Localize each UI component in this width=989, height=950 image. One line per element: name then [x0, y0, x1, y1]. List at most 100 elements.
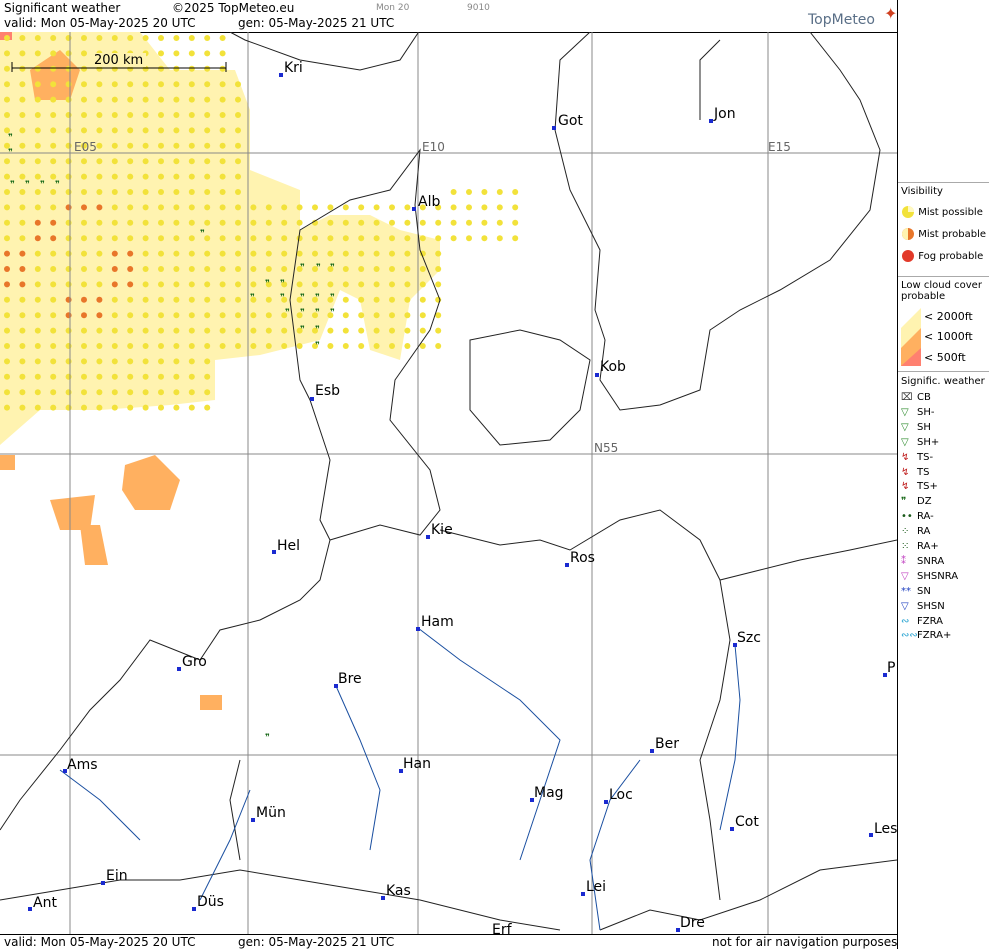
footer-valid: valid: Mon 05-May-2025 20 UTC	[4, 935, 196, 949]
mist-possible-symbol	[142, 173, 149, 180]
mist-possible-symbol	[265, 204, 272, 211]
mist-possible-symbol	[111, 296, 118, 303]
mist-probable-symbol	[4, 281, 10, 288]
fog-probable-icon	[902, 250, 914, 262]
mist-possible-symbol	[312, 235, 318, 242]
mist-possible-symbol	[96, 235, 103, 242]
mist-possible-symbol	[96, 343, 103, 349]
mist-possible-symbol	[4, 343, 10, 349]
mist-possible-symbol	[50, 404, 57, 411]
mist-possible-symbol	[111, 127, 118, 134]
svg-text:Ant: Ant	[33, 895, 57, 911]
mist-possible-symbol	[404, 312, 411, 319]
drizzle-symbol: ❞	[280, 293, 285, 303]
mist-possible-symbol	[466, 235, 472, 242]
mist-possible-symbol	[327, 343, 334, 349]
mist-possible-symbol	[188, 112, 195, 118]
mist-possible-symbol	[50, 81, 57, 88]
mist-possible-symbol	[281, 266, 288, 272]
drizzle-symbol: ❞	[315, 325, 320, 335]
mist-possible-symbol	[188, 373, 195, 380]
low-cloud-1000-area	[80, 525, 108, 565]
mist-possible-symbol	[188, 219, 195, 226]
mist-possible-symbol	[204, 389, 211, 396]
mist-possible-symbol	[34, 358, 41, 365]
mist-possible-symbol	[65, 373, 72, 380]
mist-possible-symbol	[19, 296, 26, 303]
mist-possible-symbol	[111, 204, 118, 211]
mist-possible-symbol	[419, 327, 426, 334]
mist-possible-symbol	[111, 219, 118, 226]
grid-label-e05: E05	[74, 140, 97, 154]
mist-possible-symbol	[158, 65, 164, 72]
mist-probable-symbol	[127, 266, 134, 272]
mist-possible-symbol	[96, 358, 103, 365]
mist-possible-symbol	[188, 250, 195, 257]
mist-possible-symbol	[158, 204, 164, 211]
mist-possible-symbol	[81, 127, 87, 134]
mist-possible-symbol	[142, 404, 149, 411]
mist-possible-symbol	[204, 250, 211, 257]
mist-possible-symbol	[81, 96, 87, 103]
mist-possible-symbol	[34, 50, 41, 57]
mist-possible-symbol	[19, 35, 26, 41]
mist-possible-symbol	[127, 343, 134, 349]
mist-possible-symbol	[342, 343, 349, 349]
mist-possible-symbol	[19, 235, 26, 242]
mist-possible-symbol	[127, 327, 134, 334]
mist-possible-symbol	[204, 173, 211, 180]
mist-possible-symbol	[4, 296, 10, 303]
mist-possible-symbol	[312, 204, 318, 211]
mist-probable-symbol	[4, 250, 10, 257]
svg-text:Les: Les	[874, 821, 897, 837]
legend-sh-plus: ▽ SH+	[901, 437, 939, 448]
mist-possible-symbol	[204, 81, 211, 88]
svg-text:Dre: Dre	[680, 915, 705, 931]
mist-possible-symbol	[111, 343, 118, 349]
svg-text:Kri: Kri	[284, 60, 303, 76]
mist-possible-symbol	[34, 142, 41, 149]
svg-text:Hel: Hel	[277, 538, 300, 554]
mist-possible-symbol	[188, 81, 195, 88]
mist-possible-symbol	[296, 343, 303, 349]
mist-possible-symbol	[127, 373, 134, 380]
legend-fzra-plus: ∾∾FZRA+	[901, 630, 951, 641]
mist-possible-symbol	[173, 204, 180, 211]
mist-possible-symbol	[19, 142, 26, 149]
mist-possible-symbol	[4, 389, 10, 396]
sigwx-title: Signific. weather	[901, 376, 985, 387]
sigwx-label: FZRA+	[917, 630, 952, 642]
mist-possible-symbol	[250, 219, 257, 226]
low-cloud-1000-area	[0, 455, 15, 470]
mist-possible-symbol	[19, 81, 26, 88]
mist-possible-symbol	[127, 142, 134, 149]
mist-possible-symbol	[158, 112, 164, 118]
compass-icon: ✦	[884, 4, 898, 23]
mist-possible-symbol	[173, 343, 180, 349]
city-got: Got	[552, 113, 583, 130]
mist-possible-symbol	[65, 96, 72, 103]
mist-possible-symbol	[481, 204, 488, 211]
mist-possible-symbol	[127, 158, 134, 165]
mist-possible-symbol	[204, 296, 211, 303]
mist-possible-symbol	[373, 327, 380, 334]
mist-possible-symbol	[358, 312, 365, 319]
svg-text:Han: Han	[403, 756, 431, 772]
mist-possible-symbol	[481, 219, 488, 226]
mist-possible-symbol	[466, 204, 472, 211]
mist-possible-symbol	[219, 35, 226, 41]
legend-ra: ⁘ RA	[901, 526, 930, 537]
mist-possible-symbol	[34, 404, 41, 411]
mist-possible-symbol	[219, 219, 226, 226]
mist-possible-symbol	[419, 281, 426, 288]
mist-possible-symbol	[34, 65, 41, 72]
mist-possible-symbol	[342, 219, 349, 226]
mist-probable-symbol	[50, 235, 57, 242]
mist-possible-symbol	[127, 204, 134, 211]
sigwx-label: SHSN	[917, 600, 945, 612]
mist-possible-symbol	[188, 158, 195, 165]
mist-possible-symbol	[158, 189, 164, 195]
mist-possible-symbol	[96, 112, 103, 118]
sigwx-symbol-icon: ∾	[901, 615, 910, 627]
mist-possible-symbol	[34, 281, 41, 288]
